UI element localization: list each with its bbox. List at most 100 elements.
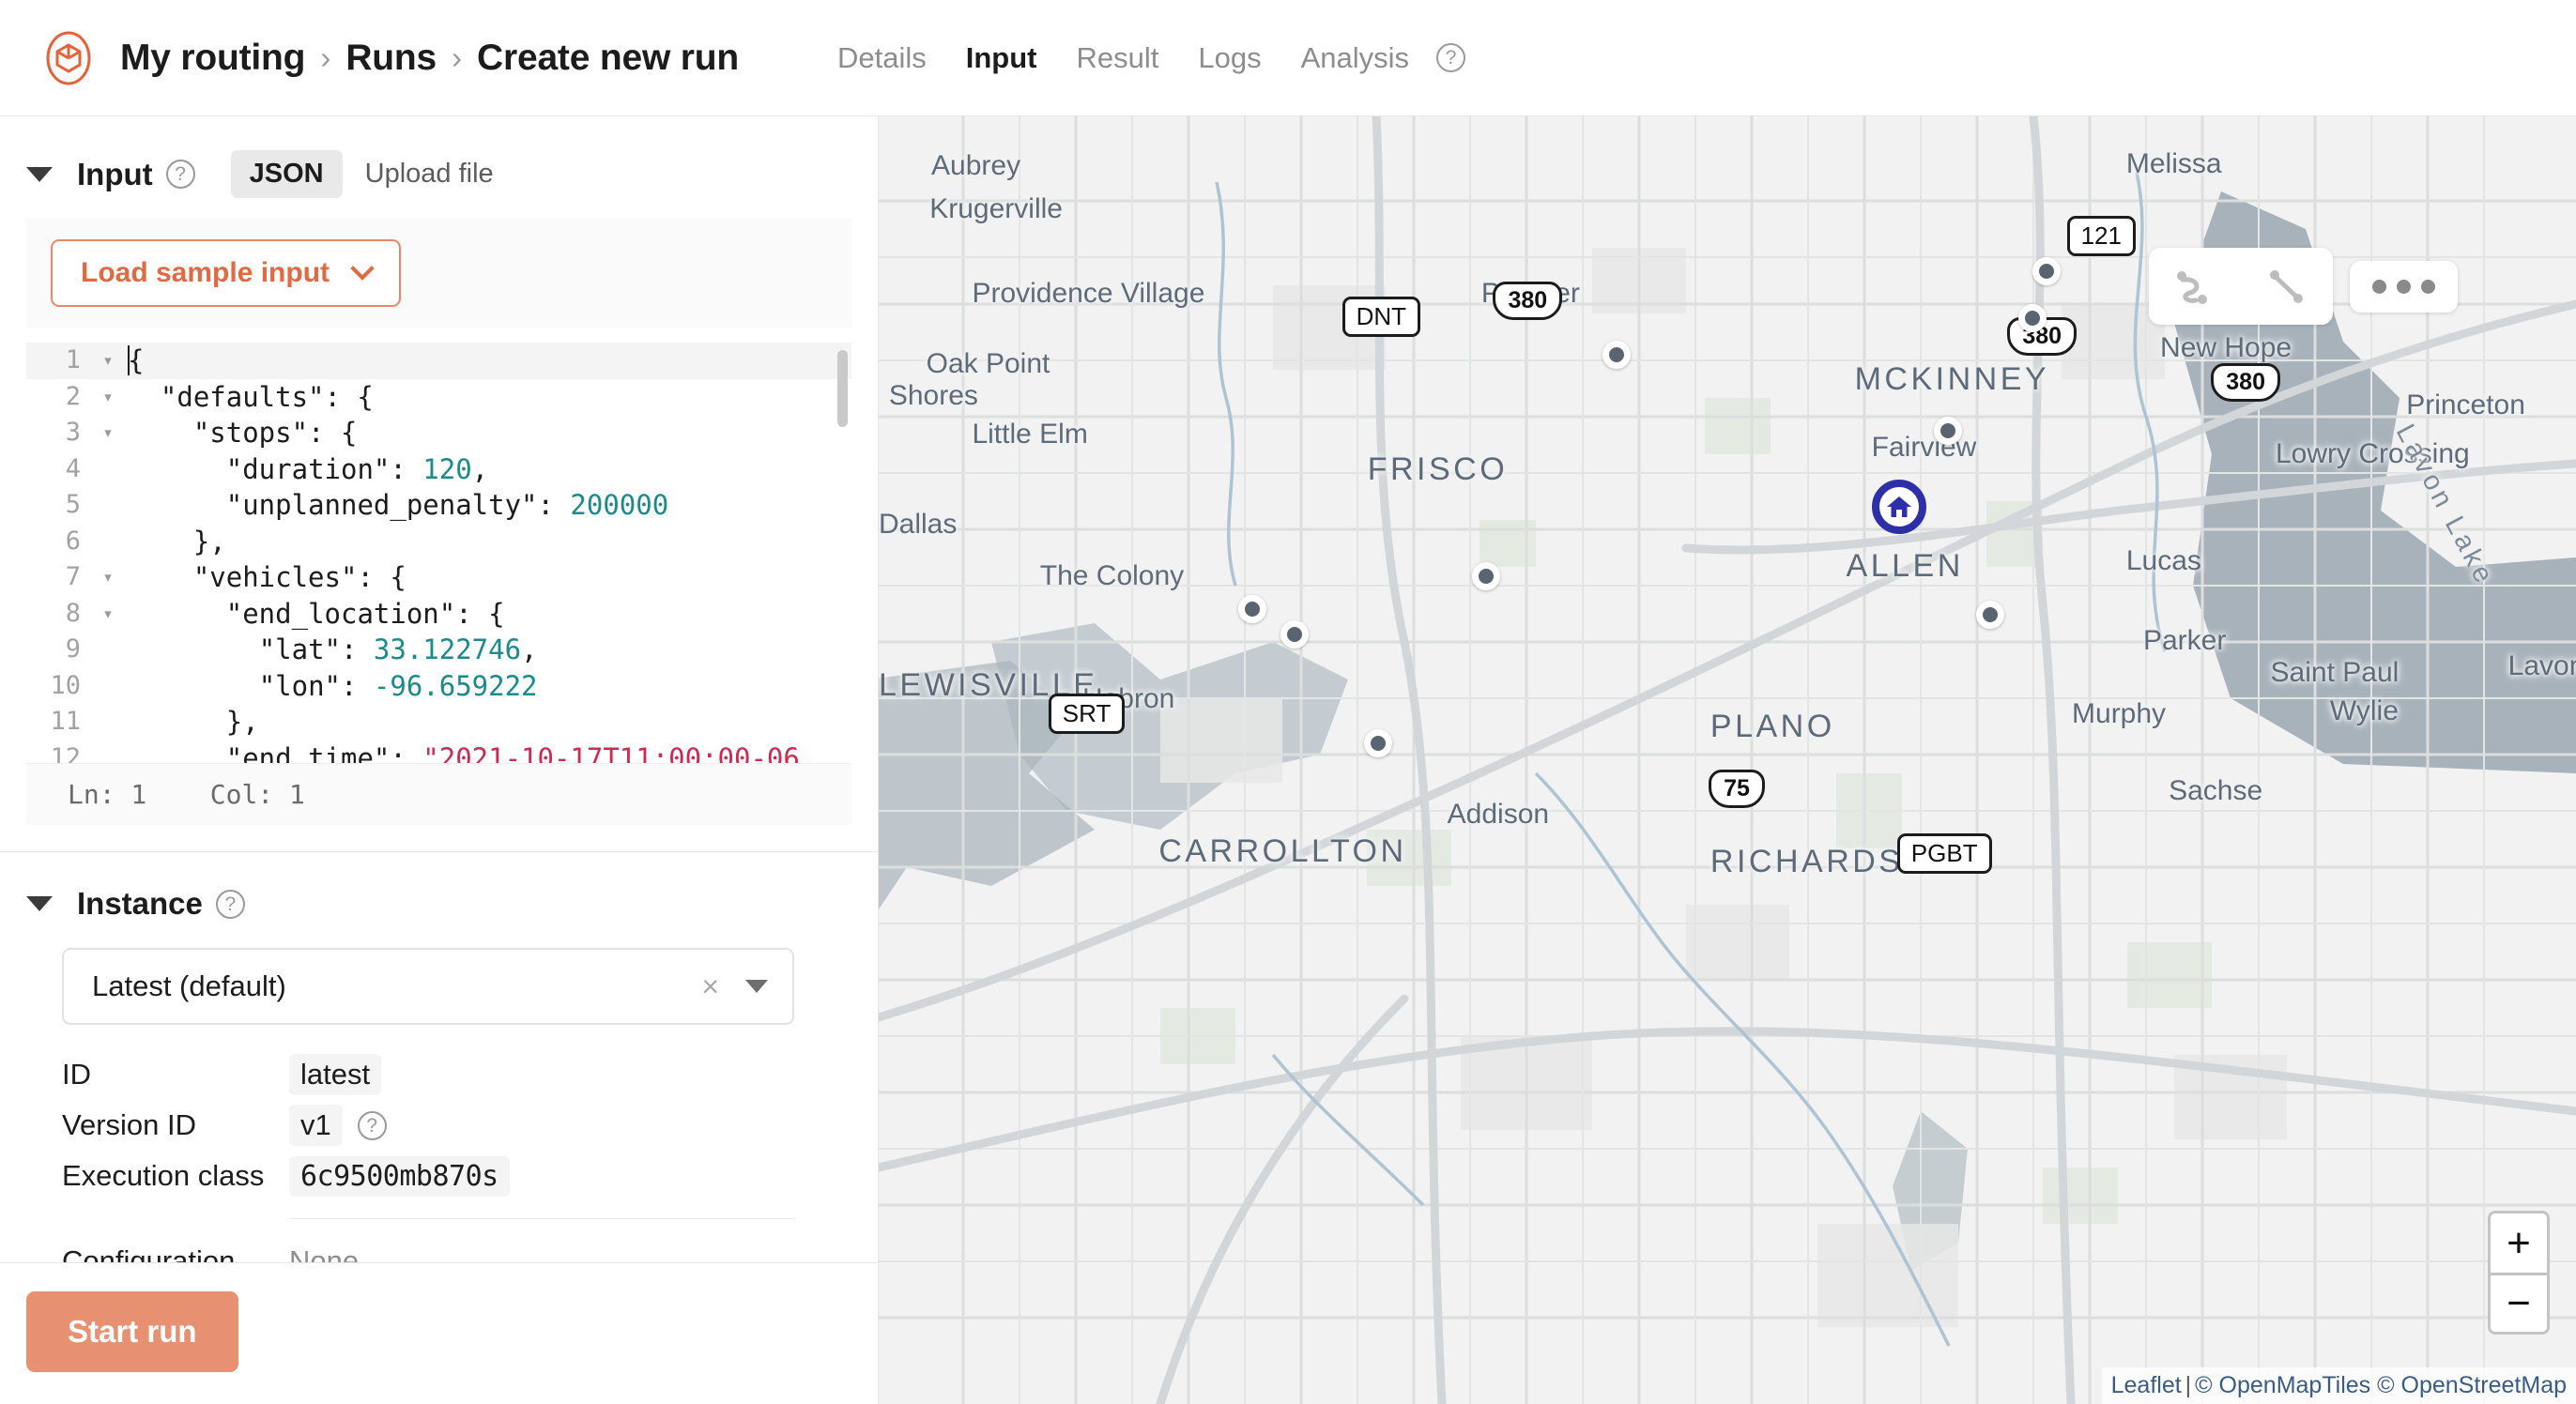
editor-vertical-scrollbar[interactable]: [837, 350, 848, 427]
map-stop-marker[interactable]: [2018, 304, 2047, 333]
instance-dropdown-chevron-down-icon[interactable]: [745, 980, 768, 993]
tab-details[interactable]: Details: [818, 41, 946, 75]
instance-collapse-chevron-down-icon[interactable]: [26, 896, 53, 911]
highway-shield-icon: PGBT: [1896, 833, 1992, 875]
code-token: "end_time":: [225, 741, 423, 764]
code-line-text: "defaults": {: [122, 379, 374, 416]
route-map[interactable]: AubreyKrugervilleProvidence VillageProsp…: [879, 116, 2576, 1404]
code-line[interactable]: 6 },: [26, 524, 851, 560]
code-line-number: 10: [50, 670, 81, 700]
instance-select-value: Latest (default): [92, 969, 286, 1002]
code-token: 33.122746: [373, 633, 522, 665]
input-help-icon[interactable]: ?: [165, 160, 195, 189]
code-token: ,: [521, 633, 538, 665]
input-mode-upload-file[interactable]: Upload file: [346, 150, 513, 198]
attribution-osm-link[interactable]: © OpenStreetMap: [2377, 1372, 2567, 1398]
tab-result[interactable]: Result: [1056, 41, 1178, 75]
code-line-text: "duration": 120,: [122, 451, 488, 488]
editor-column-indicator: Col: 1: [209, 779, 305, 810]
map-route-display-toggle[interactable]: [2149, 248, 2333, 325]
breadcrumb-separator-icon: ›: [452, 39, 463, 75]
tab-analysis[interactable]: Analysis: [1281, 41, 1429, 75]
code-fold-chevron-down-icon[interactable]: ▾: [94, 559, 122, 596]
code-token: },: [225, 706, 259, 738]
instance-details-table: ID latest Version ID v1 ? Execution clas…: [62, 1049, 794, 1262]
code-token: 120: [422, 452, 472, 485]
app-root: My routing › Runs › Create new run Detai…: [0, 0, 2576, 1404]
code-line[interactable]: 12 "end_time": "2021-10-17T11:00:00-06: [26, 740, 851, 764]
zoom-out-button[interactable]: −: [2491, 1273, 2547, 1332]
map-stop-marker[interactable]: [1472, 561, 1501, 590]
code-line[interactable]: 4 "duration": 120,: [26, 451, 851, 488]
instance-field-version-id-label: Version ID: [62, 1108, 197, 1141]
instance-clear-close-x-icon[interactable]: ×: [701, 969, 719, 1004]
code-line[interactable]: 2 ▾ "defaults": {: [26, 379, 851, 416]
more-horizontal-icon[interactable]: [2350, 261, 2458, 313]
code-line[interactable]: 11 },: [26, 704, 851, 740]
code-line-text: "unplanned_penalty": 200000: [122, 487, 668, 524]
map-stop-marker[interactable]: [1280, 619, 1309, 649]
instance-field-version-id-value: v1: [289, 1105, 343, 1146]
tab-input[interactable]: Input: [946, 41, 1057, 75]
attribution-maptiles-link[interactable]: © OpenMapTiles: [2195, 1372, 2370, 1398]
version-id-help-icon[interactable]: ?: [357, 1110, 387, 1140]
code-line-number: 7: [65, 562, 81, 591]
map-more-options-button[interactable]: [2350, 260, 2458, 313]
code-fold-chevron-down-icon[interactable]: ▾: [94, 415, 122, 451]
map-stop-marker[interactable]: [1976, 600, 2005, 629]
map-stop-marker[interactable]: [1363, 729, 1392, 758]
code-line[interactable]: 5 "unplanned_penalty": 200000: [26, 487, 851, 524]
instance-field-execution-class-label: Execution class: [62, 1159, 265, 1192]
analysis-help-icon[interactable]: ?: [1436, 43, 1466, 72]
attribution-leaflet-link[interactable]: Leaflet: [2111, 1372, 2182, 1398]
code-token: "lon":: [258, 669, 374, 702]
instance-help-icon[interactable]: ?: [215, 889, 245, 919]
code-line-number: 4: [65, 453, 81, 483]
code-line-number: 5: [65, 490, 81, 519]
code-line[interactable]: 7 ▾ "vehicles": {: [26, 559, 851, 596]
code-line[interactable]: 3 ▾ "stops": {: [26, 415, 851, 451]
json-code-editor[interactable]: 1 ▾{2 ▾ "defaults": {3 ▾ "stops": {4 "durat…: [26, 343, 851, 763]
code-token: "duration":: [225, 452, 423, 485]
editor-status-bar: Ln: 1 Col: 1: [26, 763, 851, 825]
code-line[interactable]: 10 "lon": -96.659222: [26, 668, 851, 705]
code-line[interactable]: 8 ▾ "end_location": {: [26, 596, 851, 633]
code-line[interactable]: 9 "lat": 33.122746,: [26, 632, 851, 668]
code-token: "end_location": {: [225, 597, 505, 630]
breadcrumb-item-project[interactable]: My routing: [120, 38, 306, 79]
code-token: {: [128, 344, 145, 376]
map-stop-marker[interactable]: [2032, 256, 2061, 285]
highway-shield-icon: 121: [2066, 215, 2136, 256]
highway-shield-icon: 380: [2211, 363, 2280, 403]
breadcrumb: My routing › Runs › Create new run: [120, 38, 739, 79]
code-fold-chevron-down-icon[interactable]: ▾: [94, 379, 122, 416]
zoom-in-button[interactable]: +: [2491, 1213, 2547, 1273]
map-stop-marker[interactable]: [1237, 595, 1266, 624]
code-fold-chevron-down-icon[interactable]: ▾: [94, 343, 122, 379]
route-path-icon[interactable]: [2149, 248, 2241, 325]
code-token: "defaults": {: [160, 380, 374, 413]
load-sample-bar: Load sample input: [26, 219, 851, 328]
load-sample-input-button[interactable]: Load sample input: [51, 239, 402, 307]
tab-logs[interactable]: Logs: [1178, 41, 1280, 75]
instance-select[interactable]: Latest (default) ×: [62, 948, 794, 1025]
breadcrumb-item-runs[interactable]: Runs: [345, 38, 437, 79]
code-line[interactable]: 1 ▾{: [26, 343, 851, 379]
code-line-text: "stops": {: [122, 415, 358, 451]
input-mode-json[interactable]: JSON: [230, 150, 343, 198]
instance-field-id: ID latest: [62, 1049, 794, 1100]
map-stop-marker[interactable]: [1934, 416, 1963, 445]
code-line-number: 12: [50, 742, 81, 764]
highway-shield-icon: DNT: [1342, 297, 1421, 338]
home-depot-icon[interactable]: [1871, 479, 1926, 534]
editor-line-indicator: Ln: 1: [68, 779, 147, 810]
map-stop-marker[interactable]: [1602, 340, 1632, 369]
code-line-text: "lat": 33.122746,: [122, 632, 538, 668]
load-sample-chevron-down-icon: [350, 256, 375, 281]
start-run-button[interactable]: Start run: [26, 1291, 238, 1372]
code-fold-chevron-down-icon[interactable]: ▾: [94, 596, 122, 633]
code-line-text: "lon": -96.659222: [122, 668, 538, 705]
input-collapse-chevron-down-icon[interactable]: [26, 166, 53, 182]
straight-line-icon[interactable]: [2241, 248, 2333, 325]
cube-logo-icon[interactable]: [41, 31, 96, 85]
